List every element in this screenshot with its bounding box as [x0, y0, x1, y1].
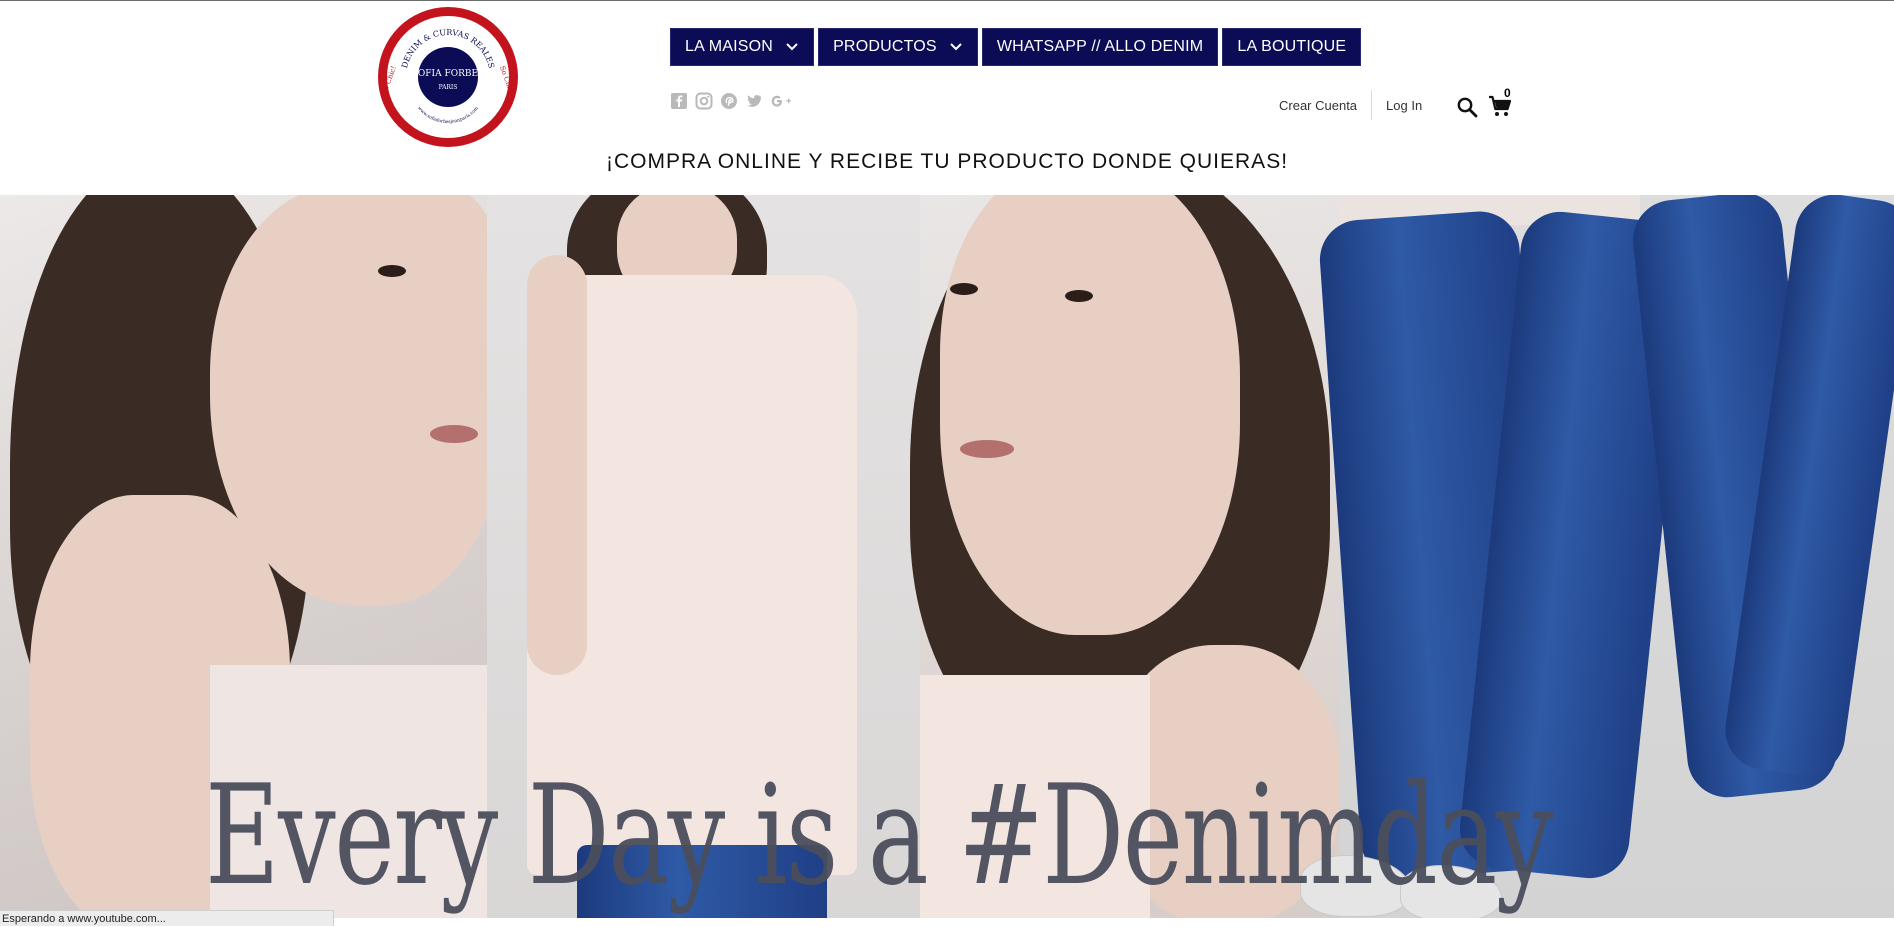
window-top-border	[0, 0, 1894, 1]
pinterest-icon[interactable]	[720, 92, 738, 110]
chevron-down-icon	[949, 40, 963, 54]
search-icon[interactable]	[1456, 96, 1478, 118]
nav-label: PRODUCTOS	[833, 38, 937, 55]
promo-banner-text: ¡COMPRA ONLINE Y RECIBE TU PRODUCTO DOND…	[605, 150, 1289, 173]
nav-label: LA BOUTIQUE	[1237, 38, 1347, 55]
nav-productos[interactable]: PRODUCTOS	[818, 28, 978, 66]
login-link[interactable]: Log In	[1386, 98, 1422, 113]
nav-label: WHATSAPP // ALLO DENIM	[996, 38, 1204, 55]
logo-name: SOFIA FORBES	[412, 69, 484, 79]
account-divider	[1371, 90, 1373, 120]
hero-tagline: Every Day is a #Denimday	[205, 755, 1553, 916]
brand-logo[interactable]: DENIM & CURVAS REALES www.sofiaforbesjea…	[376, 5, 520, 149]
nav-la-maison[interactable]: LA MAISON	[670, 28, 815, 66]
create-account-link[interactable]: Crear Cuenta	[1279, 98, 1357, 113]
cart-count-badge: 0	[1504, 86, 1511, 100]
chevron-down-icon	[785, 40, 799, 54]
hero-banner[interactable]: Every Day is a #Denimday	[0, 195, 1894, 918]
social-links	[670, 92, 794, 110]
google-plus-icon[interactable]	[770, 92, 794, 110]
nav-la-boutique[interactable]: LA BOUTIQUE	[1222, 28, 1362, 66]
nav-whatsapp[interactable]: WHATSAPP // ALLO DENIM	[981, 28, 1219, 66]
twitter-icon[interactable]	[745, 92, 763, 110]
main-navigation: LA MAISON PRODUCTOS WHATSAPP // ALLO DEN…	[670, 28, 1362, 66]
account-links: Crear Cuenta Log In	[1279, 90, 1422, 120]
instagram-icon[interactable]	[695, 92, 713, 110]
nav-label: LA MAISON	[685, 38, 774, 55]
logo-city: PARIS	[439, 84, 458, 91]
facebook-icon[interactable]	[670, 92, 688, 110]
browser-status-bar: Esperando a www.youtube.com...	[0, 910, 334, 926]
